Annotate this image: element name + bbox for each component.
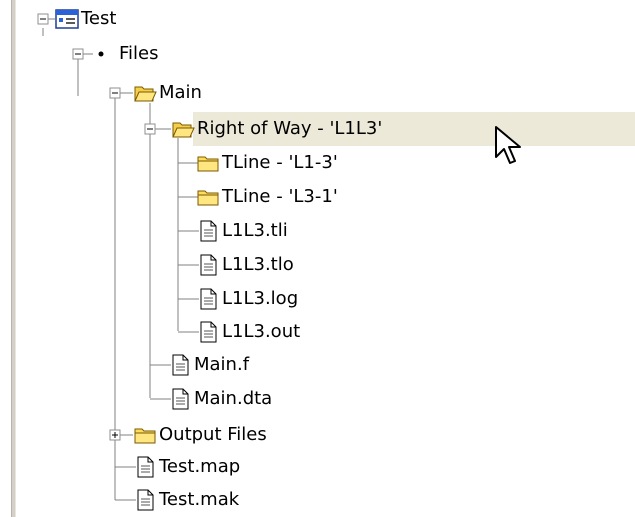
folder-icon <box>196 185 220 209</box>
file-icon <box>196 219 220 243</box>
tree-node-label: TLine - 'L3-1' <box>222 186 338 207</box>
dot-icon <box>93 42 117 66</box>
tree-node-l1l3-tlo[interactable]: L1L3.tlo <box>196 248 294 282</box>
expander-main[interactable] <box>109 87 121 99</box>
tree-node-output-files[interactable]: Output Files <box>133 418 267 452</box>
tree-node-test[interactable]: Test <box>55 2 116 36</box>
tree-node-right-of-way[interactable]: Right of Way - 'L1L3' <box>171 112 382 146</box>
expander-test[interactable] <box>37 13 49 25</box>
tree-node-test-mak[interactable]: Test.mak <box>133 483 239 517</box>
folder-open-icon <box>133 81 157 105</box>
tree-node-label: Main <box>159 82 202 103</box>
tree-node-label: L1L3.tli <box>222 220 288 241</box>
tree-node-tline-l3-1[interactable]: TLine - 'L3-1' <box>196 180 338 214</box>
tree-node-label: L1L3.tlo <box>222 254 294 275</box>
folder-icon <box>133 423 157 447</box>
tree-node-label: TLine - 'L1-3' <box>222 152 338 173</box>
tree-node-l1l3-log[interactable]: L1L3.log <box>196 282 298 316</box>
folder-icon <box>196 151 220 175</box>
mouse-pointer-icon <box>495 126 521 164</box>
expander-output-files[interactable] <box>109 429 121 441</box>
tree-node-l1l3-out[interactable]: L1L3.out <box>196 315 300 349</box>
project-icon <box>55 7 79 31</box>
file-icon <box>168 353 192 377</box>
project-tree-view[interactable]: Test Files Main Right of Way - 'L1L3' TL… <box>0 0 635 517</box>
tree-node-label: Main.dta <box>194 388 273 409</box>
tree-node-tline-l1-3[interactable]: TLine - 'L1-3' <box>196 146 338 180</box>
file-icon <box>196 320 220 344</box>
tree-node-label: Files <box>119 43 159 64</box>
file-icon <box>133 488 157 512</box>
tree-node-label: Test.mak <box>159 489 240 510</box>
tree-node-main-f[interactable]: Main.f <box>168 348 249 382</box>
tree-node-label: L1L3.out <box>222 321 301 342</box>
tree-node-main[interactable]: Main <box>133 76 202 110</box>
tree-node-files[interactable]: Files <box>93 37 159 71</box>
tree-node-label: Test <box>81 8 117 29</box>
expander-files[interactable] <box>72 48 84 60</box>
file-icon <box>168 387 192 411</box>
tree-node-label: Test.map <box>159 456 241 477</box>
tree-node-label: Output Files <box>159 424 267 445</box>
tree-node-label: Right of Way - 'L1L3' <box>197 118 383 139</box>
tree-node-main-dta[interactable]: Main.dta <box>168 382 272 416</box>
expander-right-of-way[interactable] <box>144 123 156 135</box>
tree-node-label: Main.f <box>194 354 250 375</box>
file-icon <box>196 287 220 311</box>
file-icon <box>196 253 220 277</box>
folder-open-icon <box>171 117 195 141</box>
file-icon <box>133 455 157 479</box>
tree-connector-lines <box>37 13 199 501</box>
tree-node-test-map[interactable]: Test.map <box>133 450 240 484</box>
tree-node-label: L1L3.log <box>222 288 299 309</box>
tree-node-l1l3-tli[interactable]: L1L3.tli <box>196 214 288 248</box>
